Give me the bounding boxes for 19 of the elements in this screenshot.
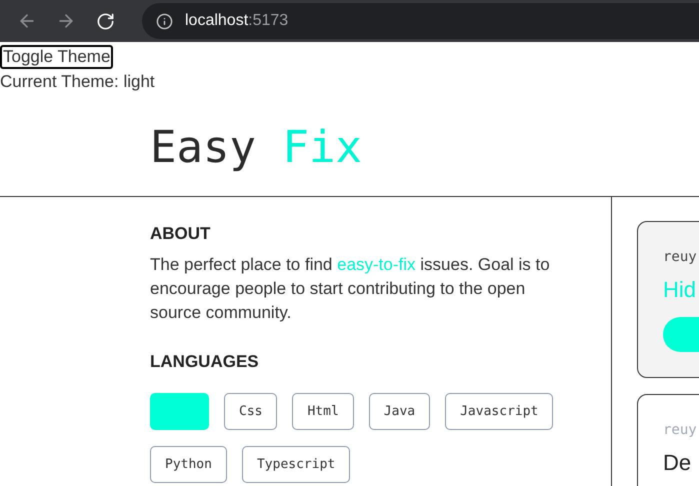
language-tag[interactable]: Python [150,446,227,483]
repo-name: reuy [663,248,698,267]
toggle-theme-button[interactable]: Toggle Theme [0,45,114,69]
current-theme-text: Current Theme: light [0,72,156,92]
repo-name: reuy [663,421,698,440]
language-tag[interactable]: Java [368,393,430,430]
language-tag[interactable]: Javascript [445,393,554,430]
languages-heading: LANGUAGES [150,351,260,373]
logo: Easy Fix [150,122,363,175]
address-bar[interactable]: localhost:5173 [142,3,699,39]
url-text: localhost:5173 [185,11,288,31]
info-icon [156,12,173,30]
about-text: The perfect place to find easy-to-fix issues. Goal is to encourage people to start contributing to the open source community. [150,254,551,324]
issue-title[interactable]: De [663,448,699,478]
language-tag[interactable]: Html [292,393,354,430]
about-heading: ABOUT [150,223,212,245]
language-tag[interactable]: Typescript [242,446,350,483]
language-tag[interactable]: Css [224,393,278,430]
reload-icon[interactable] [96,12,115,30]
